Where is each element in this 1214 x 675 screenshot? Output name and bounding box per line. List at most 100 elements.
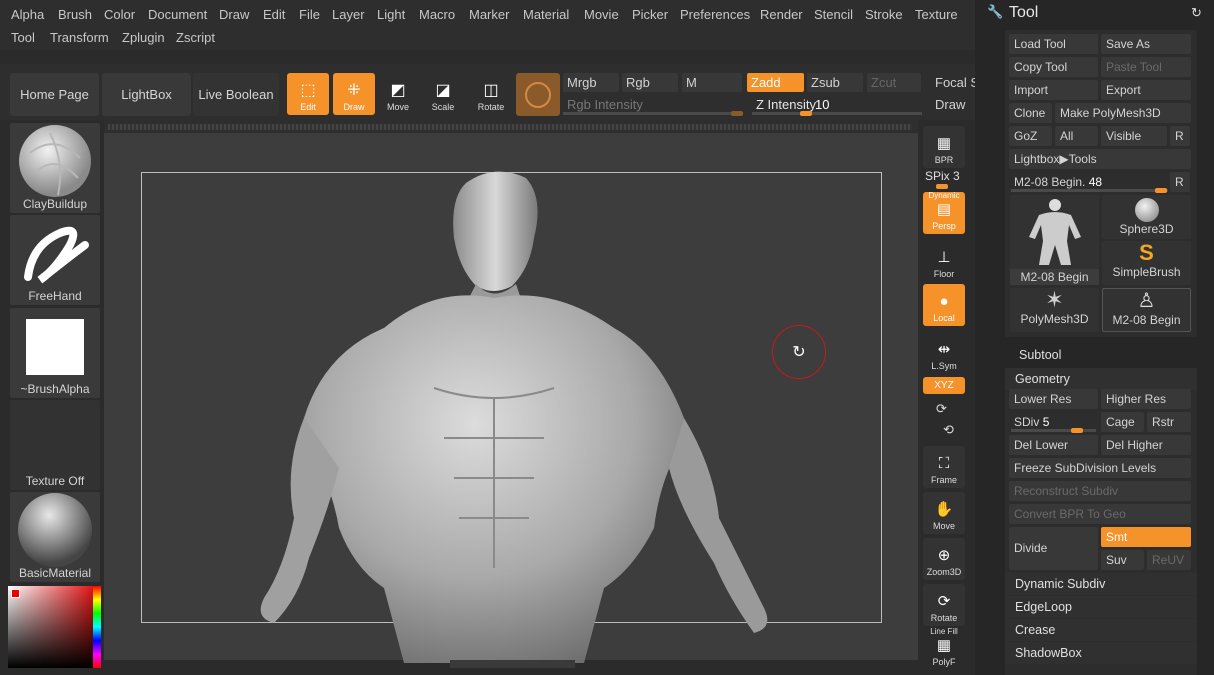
menu-transform[interactable]: Transform <box>50 30 109 45</box>
crease-header[interactable]: Crease <box>1005 619 1197 641</box>
lightbox-tools-button[interactable]: Lightbox▶Tools <box>1009 149 1191 169</box>
z-intensity-knob[interactable] <box>800 111 812 116</box>
goz-r-button[interactable]: R <box>1170 126 1190 146</box>
draw-size-slider[interactable]: Draw <box>931 95 975 114</box>
load-tool-button[interactable]: Load Tool <box>1009 34 1098 54</box>
import-button[interactable]: Import <box>1009 80 1098 100</box>
lower-res-button[interactable]: Lower Res <box>1009 389 1098 409</box>
texture-selector[interactable]: Texture Off <box>10 400 100 490</box>
edit-button[interactable]: ⬚ Edit <box>287 73 329 115</box>
menu-alpha[interactable]: Alpha <box>11 7 44 22</box>
m-toggle[interactable]: M <box>682 73 742 92</box>
tool-thumb-sphere3d[interactable]: Sphere3D <box>1102 195 1191 239</box>
scale-mode-button[interactable]: ◪ Scale <box>422 73 464 115</box>
tool-thumb-m2-08-small[interactable]: ♙ M2-08 Begin <box>1102 288 1191 332</box>
rgb-intensity-slider[interactable] <box>563 112 743 115</box>
bpr-button[interactable]: ▦ BPR <box>923 126 965 168</box>
freeze-subdiv-button[interactable]: Freeze SubDivision Levels <box>1009 458 1191 478</box>
color-picker[interactable] <box>8 586 101 668</box>
persp-button[interactable]: Dynamic ▤ Persp <box>923 191 965 234</box>
tool-thumb-m2-08-large[interactable]: M2-08 Begin <box>1010 195 1099 285</box>
sdiv-track[interactable] <box>1011 429 1096 432</box>
menu-picker[interactable]: Picker <box>632 7 668 22</box>
menu-document[interactable]: Document <box>148 7 207 22</box>
export-button[interactable]: Export <box>1101 80 1191 100</box>
polyframe-button[interactable]: Line Fill ▦ PolyF <box>923 627 965 670</box>
menu-macro[interactable]: Macro <box>419 7 455 22</box>
home-page-button[interactable]: Home Page <box>10 73 99 116</box>
rgb-intensity-knob[interactable] <box>731 111 743 116</box>
brush-selector[interactable]: ClayBuildup <box>10 123 100 213</box>
canvas-top-scroll[interactable] <box>104 120 918 133</box>
menu-tool[interactable]: Tool <box>11 30 35 45</box>
stroke-selector[interactable]: FreeHand <box>10 215 100 305</box>
menu-material[interactable]: Material <box>523 7 569 22</box>
menu-stencil[interactable]: Stencil <box>814 7 853 22</box>
save-as-button[interactable]: Save As <box>1101 34 1191 54</box>
lightbox-button[interactable]: LightBox <box>102 73 191 116</box>
canvas-bottom-scroll[interactable] <box>450 660 575 668</box>
menu-layer[interactable]: Layer <box>332 7 365 22</box>
z-intensity-slider[interactable] <box>752 112 922 115</box>
xyz-button[interactable]: XYZ <box>923 377 965 394</box>
current-tool-track[interactable] <box>1011 189 1168 192</box>
convert-bpr-button[interactable]: Convert BPR To Geo <box>1009 504 1191 524</box>
tool-thumb-polymesh3d[interactable]: ✶ PolyMesh3D <box>1010 288 1099 332</box>
move-view-button[interactable]: ✋ Move <box>923 492 965 534</box>
menu-edit[interactable]: Edit <box>263 7 285 22</box>
divide-button[interactable]: Divide <box>1009 527 1098 570</box>
shadowbox-header[interactable]: ShadowBox <box>1005 642 1197 664</box>
paste-tool-button[interactable]: Paste Tool <box>1101 57 1191 77</box>
live-boolean-button[interactable]: Live Boolean <box>193 73 279 116</box>
copy-tool-button[interactable]: Copy Tool <box>1009 57 1098 77</box>
rotate-y-icon[interactable]: ⟳ <box>936 401 947 417</box>
menu-texture[interactable]: Texture <box>915 7 958 22</box>
menu-zplugin[interactable]: Zplugin <box>122 30 165 45</box>
hue-strip[interactable] <box>93 586 101 668</box>
zsub-toggle[interactable]: Zsub <box>807 73 863 92</box>
menu-zscript[interactable]: Zscript <box>176 30 215 45</box>
dynamic-subdiv-header[interactable]: Dynamic Subdiv <box>1005 573 1197 595</box>
menu-color[interactable]: Color <box>104 7 135 22</box>
geometry-header[interactable]: Geometry <box>1005 368 1197 390</box>
spix-control[interactable]: SPix 3 <box>925 169 960 183</box>
smt-toggle[interactable]: Smt <box>1101 527 1191 547</box>
make-polymesh-button[interactable]: Make PolyMesh3D <box>1055 103 1191 123</box>
rstr-button[interactable]: Rstr <box>1147 412 1191 432</box>
menu-movie[interactable]: Movie <box>584 7 619 22</box>
menu-stroke[interactable]: Stroke <box>865 7 903 22</box>
reconstruct-subdiv-button[interactable]: Reconstruct Subdiv <box>1009 481 1191 501</box>
tool-r-button[interactable]: R <box>1170 172 1190 192</box>
clone-button[interactable]: Clone <box>1009 103 1052 123</box>
local-button[interactable]: ● Local <box>923 284 965 326</box>
reuv-button[interactable]: ReUV <box>1147 550 1191 570</box>
del-higher-button[interactable]: Del Higher <box>1101 435 1191 455</box>
menu-render[interactable]: Render <box>760 7 803 22</box>
alpha-selector[interactable]: ~BrushAlpha <box>10 308 100 398</box>
subtool-header[interactable]: Subtool <box>1019 348 1061 362</box>
draw-button[interactable]: ⁜ Draw <box>333 73 375 115</box>
main-color-swatch[interactable] <box>11 589 20 598</box>
menu-preferences[interactable]: Preferences <box>680 7 750 22</box>
menu-file[interactable]: File <box>299 7 320 22</box>
lsym-button[interactable]: ⇹ L.Sym <box>923 332 965 374</box>
goz-button[interactable]: GoZ <box>1009 126 1052 146</box>
rgb-toggle[interactable]: Rgb <box>622 73 678 92</box>
cage-button[interactable]: Cage <box>1101 412 1144 432</box>
male-sculpt-model[interactable] <box>254 168 794 663</box>
mrgb-toggle[interactable]: Mrgb <box>563 73 619 92</box>
spix-knob[interactable] <box>936 184 948 189</box>
edgeloop-header[interactable]: EdgeLoop <box>1005 596 1197 618</box>
tool-thumb-simplebrush[interactable]: S SimpleBrush <box>1102 241 1191 285</box>
suv-toggle[interactable]: Suv <box>1101 550 1144 570</box>
zcut-toggle[interactable]: Zcut <box>867 73 921 92</box>
menu-brush[interactable]: Brush <box>58 7 92 22</box>
focal-shift-slider[interactable]: Focal S <box>931 73 975 92</box>
menu-marker[interactable]: Marker <box>469 7 509 22</box>
zoom3d-button[interactable]: ⊕ Zoom3D <box>923 538 965 580</box>
all-button[interactable]: All <box>1055 126 1098 146</box>
del-lower-button[interactable]: Del Lower <box>1009 435 1098 455</box>
visible-button[interactable]: Visible <box>1101 126 1167 146</box>
menu-light[interactable]: Light <box>377 7 405 22</box>
material-swatch[interactable] <box>516 73 560 116</box>
